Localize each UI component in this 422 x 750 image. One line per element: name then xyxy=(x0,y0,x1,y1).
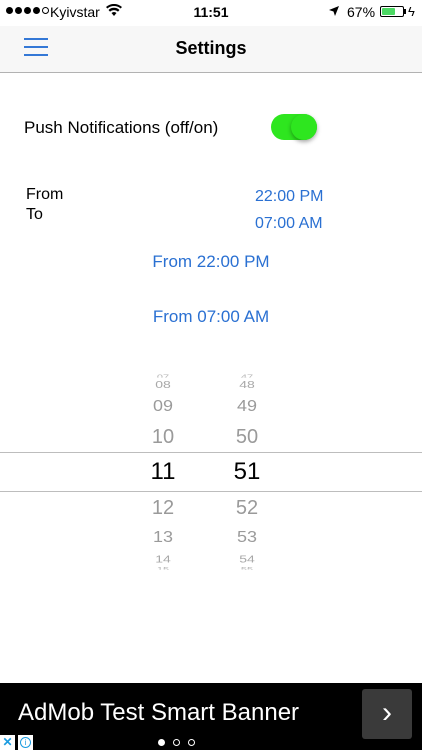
from-time-value[interactable]: 22:00 PM xyxy=(255,188,323,206)
picker-minute-item[interactable]: 55 xyxy=(217,566,277,570)
status-bar: Kyivstar 11:51 67% ϟ xyxy=(0,0,422,26)
ad-text[interactable]: AdMob Test Smart Banner xyxy=(18,699,299,727)
picker-hour-item[interactable]: 09 xyxy=(133,398,193,416)
picker-hour-item[interactable]: 08 xyxy=(133,378,193,390)
page-dot xyxy=(173,739,180,746)
page-title: Settings xyxy=(175,38,247,58)
time-picker[interactable]: 07 08 09 10 11 12 13 14 15 47 48 49 50 5… xyxy=(0,370,422,570)
battery-percentage: 67% xyxy=(347,4,376,20)
picker-minute-item[interactable]: 47 xyxy=(217,373,277,377)
to-time-button[interactable]: From 07:00 AM xyxy=(0,307,422,327)
to-label: To xyxy=(26,206,43,223)
picker-hour-item[interactable]: 13 xyxy=(133,529,193,547)
toggle-knob xyxy=(291,114,317,140)
ad-info-glyph: i xyxy=(20,737,31,748)
ad-page-indicator xyxy=(158,739,195,746)
page-dot xyxy=(188,739,195,746)
picker-selection-top-line xyxy=(0,452,422,453)
chevron-right-icon: › xyxy=(382,696,392,729)
picker-minute-item[interactable]: 54 xyxy=(217,553,277,564)
picker-selection-bottom-line xyxy=(0,491,422,492)
push-notifications-label: Push Notifications (off/on) xyxy=(24,118,219,137)
charging-bolt-icon: ϟ xyxy=(408,4,415,19)
from-label: From xyxy=(26,186,64,203)
picker-minute-item[interactable]: 49 xyxy=(217,398,277,416)
picker-hour-selected[interactable]: 11 xyxy=(133,458,193,486)
location-arrow-icon xyxy=(328,4,340,20)
picker-minute-item[interactable]: 52 xyxy=(217,497,277,520)
picker-hour-item[interactable]: 07 xyxy=(133,373,193,377)
page-dot xyxy=(158,739,165,746)
ad-banner[interactable]: AdMob Test Smart Banner › ✕ i xyxy=(0,683,422,750)
to-time-value[interactable]: 07:00 AM xyxy=(255,215,323,233)
battery-icon xyxy=(380,6,404,17)
picker-minute-item[interactable]: 50 xyxy=(217,426,277,449)
ad-close-icon[interactable]: ✕ xyxy=(0,735,15,750)
picker-hour-item[interactable]: 15 xyxy=(133,566,193,570)
push-notifications-toggle[interactable] xyxy=(271,114,317,140)
battery-cap xyxy=(404,9,406,14)
picker-minute-selected[interactable]: 51 xyxy=(217,458,277,486)
navigation-bar: Settings xyxy=(0,26,422,73)
picker-minute-item[interactable]: 53 xyxy=(217,529,277,547)
from-time-button[interactable]: From 22:00 PM xyxy=(0,252,422,272)
picker-hour-item[interactable]: 10 xyxy=(133,426,193,449)
ad-info-icon[interactable]: i xyxy=(18,735,33,750)
picker-minute-item[interactable]: 48 xyxy=(217,378,277,390)
ad-arrow-button[interactable]: › xyxy=(362,689,412,739)
picker-hour-item[interactable]: 14 xyxy=(133,553,193,564)
picker-hour-item[interactable]: 12 xyxy=(133,497,193,520)
